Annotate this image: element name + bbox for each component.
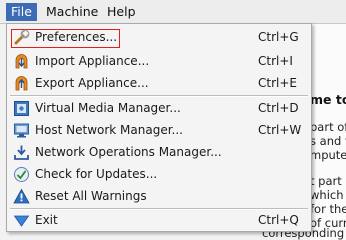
menu-item-shortcut: Ctrl+G xyxy=(258,30,299,44)
menu-item-label: Network Operations Manager... xyxy=(35,145,222,159)
menu-item-reset-all-warnings[interactable]: Reset All Warnings xyxy=(7,185,311,207)
warning-icon xyxy=(13,188,30,204)
menu-bar: File Machine Help xyxy=(0,0,346,24)
welcome-text-line: for the xyxy=(310,202,346,216)
check-updates-icon xyxy=(14,167,29,182)
menu-item-label: Check for Updates... xyxy=(35,167,158,181)
welcome-text-line: t part of xyxy=(310,174,346,188)
menu-item-import-appliance[interactable]: Import Appliance... Ctrl+I xyxy=(7,50,311,72)
menu-item-label: Reset All Warnings xyxy=(35,189,147,203)
welcome-text-line: mputer. xyxy=(310,148,346,162)
menu-item-label: Import Appliance... xyxy=(35,54,150,68)
menu-item-label: Virtual Media Manager... xyxy=(35,101,181,115)
menu-machine[interactable]: Machine xyxy=(42,3,102,21)
menu-item-label: Export Appliance... xyxy=(35,76,149,90)
menu-item-shortcut: Ctrl+Q xyxy=(258,213,299,227)
import-appliance-icon xyxy=(15,54,28,69)
menu-item-shortcut: Ctrl+I xyxy=(258,54,293,68)
host-network-icon xyxy=(14,123,29,138)
wrench-icon xyxy=(14,29,30,45)
network-operations-icon xyxy=(14,145,29,160)
file-menu-dropdown: Preferences... Ctrl+G Import Appliance..… xyxy=(6,23,312,232)
menu-item-shortcut: Ctrl+W xyxy=(258,123,302,137)
welcome-text-line: part of t xyxy=(310,120,346,134)
exit-icon xyxy=(13,215,30,227)
menu-item-exit[interactable]: Exit Ctrl+Q xyxy=(7,209,311,231)
media-manager-icon xyxy=(14,101,29,116)
menu-item-shortcut: Ctrl+E xyxy=(258,76,297,90)
menu-item-label: Exit xyxy=(35,213,58,227)
menu-item-preferences[interactable]: Preferences... Ctrl+G xyxy=(7,26,311,48)
menu-item-check-for-updates[interactable]: Check for Updates... xyxy=(7,163,311,185)
menu-file[interactable]: File xyxy=(6,3,37,21)
menu-item-label: Preferences... xyxy=(35,30,118,44)
menu-item-label: Host Network Manager... xyxy=(35,123,183,137)
menu-item-host-network-manager[interactable]: Host Network Manager... Ctrl+W xyxy=(7,119,311,141)
menu-item-network-operations-manager[interactable]: Network Operations Manager... xyxy=(7,141,311,163)
welcome-text-line: which a xyxy=(310,188,346,202)
menu-item-shortcut: Ctrl+D xyxy=(258,101,299,115)
export-appliance-icon xyxy=(15,76,28,91)
menu-help[interactable]: Help xyxy=(103,3,140,21)
menu-item-export-appliance[interactable]: Export Appliance... Ctrl+E xyxy=(7,72,311,94)
welcome-heading: me to xyxy=(310,92,346,107)
welcome-text-line: s and v xyxy=(310,134,346,148)
menu-item-virtual-media-manager[interactable]: Virtual Media Manager... Ctrl+D xyxy=(7,97,311,119)
